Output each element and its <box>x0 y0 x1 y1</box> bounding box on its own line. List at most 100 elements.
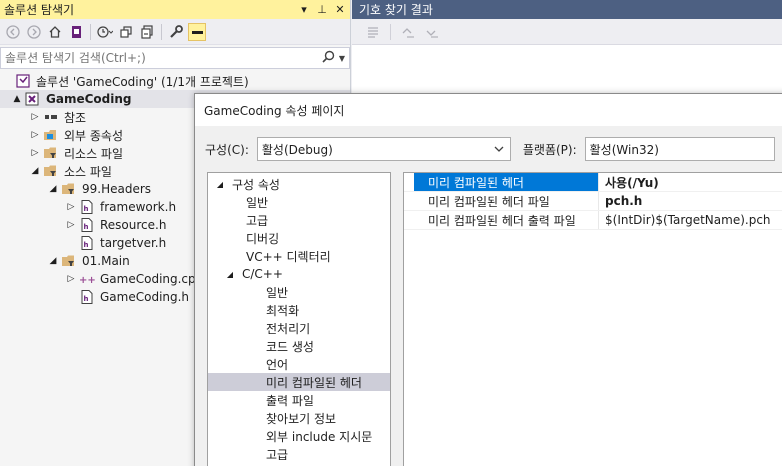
expander-arrow-icon[interactable]: ◢ <box>224 270 236 279</box>
header-file-icon: h <box>78 236 96 250</box>
property-row[interactable]: 미리 컴파일된 헤더 사용(/Yu) <box>404 173 782 192</box>
expander-arrow-icon[interactable]: ◢ <box>46 184 60 194</box>
svg-text:h: h <box>84 223 89 231</box>
tree-item-label: 99.Headers <box>82 182 152 196</box>
expander-arrow-icon[interactable]: ▷ <box>28 148 42 158</box>
sync-with-active-document-icon[interactable] <box>117 23 135 41</box>
pending-changes-filter-icon[interactable] <box>96 23 114 41</box>
property-row[interactable]: 미리 컴파일된 헤더 출력 파일 $(IntDir)$(TargetName).p… <box>404 211 782 230</box>
property-name: 미리 컴파일된 헤더 <box>414 173 599 191</box>
category-item[interactable]: ◢ C/C++ <box>208 265 390 283</box>
solution-explorer-title: 솔루션 탐색기 <box>4 3 75 17</box>
svg-text:++: ++ <box>79 275 95 286</box>
clear-results-icon[interactable] <box>364 23 382 41</box>
dialog-title: GameCoding 속성 페이지 <box>204 103 345 118</box>
category-item[interactable]: 코드 생성 <box>208 337 390 355</box>
category-item[interactable]: 일반 <box>208 193 390 211</box>
category-label: 고급 <box>266 447 289 462</box>
category-item[interactable]: ◢ 구성 속성 <box>208 175 390 193</box>
pin-icon[interactable]: ⊥ <box>314 2 330 18</box>
category-item[interactable]: 외부 include 지시문 <box>208 427 390 445</box>
svg-text:h: h <box>84 241 89 249</box>
tree-item-label: framework.h <box>100 200 177 214</box>
previous-result-icon[interactable] <box>399 23 417 41</box>
expander-arrow-icon[interactable]: ▷ <box>28 112 42 122</box>
symbol-results-toolbar <box>352 19 782 45</box>
expander-arrow-icon[interactable]: ◢ <box>28 166 42 176</box>
category-label: 언어 <box>266 357 289 372</box>
category-label: 일반 <box>246 195 269 210</box>
filter-folder-icon <box>60 254 78 268</box>
solution-explorer-title-bar: 솔루션 탐색기 ▾ ⊥ ✕ <box>0 0 350 19</box>
category-label: 구성 속성 <box>232 177 280 192</box>
property-value[interactable]: pch.h <box>599 192 782 210</box>
header-file-icon: h <box>78 290 96 304</box>
expander-arrow-icon[interactable]: ▲ <box>10 94 24 104</box>
category-label: 미리 컴파일된 헤더 <box>266 375 362 390</box>
category-item[interactable]: 전처리기 <box>208 319 390 337</box>
back-icon[interactable] <box>4 23 22 41</box>
search-icon[interactable] <box>322 50 335 66</box>
tree-item-label: 외부 종속성 <box>64 128 124 143</box>
expander-arrow-icon[interactable]: ◢ <box>214 180 226 189</box>
category-label: 일반 <box>266 285 289 300</box>
header-file-icon: h <box>78 218 96 232</box>
filter-folder-icon <box>42 146 60 160</box>
property-value[interactable]: 사용(/Yu) <box>599 173 782 191</box>
property-row[interactable]: 미리 컴파일된 헤더 파일 pch.h <box>404 192 782 211</box>
category-item[interactable]: 고급 <box>208 211 390 229</box>
platform-combo[interactable]: 활성(Win32) <box>584 137 775 161</box>
property-pages-dialog: GameCoding 속성 페이지 구성(C): 활성(Debug) 플랫폼(P… <box>194 93 782 466</box>
tree-item-label: GameCoding.cpp <box>100 272 204 286</box>
search-options-dropdown-icon[interactable]: ▼ <box>339 54 345 63</box>
window-position-dropdown-icon[interactable]: ▾ <box>296 2 312 18</box>
references-icon <box>42 110 60 124</box>
solution-search-input[interactable] <box>5 51 322 65</box>
expander-arrow-icon[interactable]: ▷ <box>64 220 78 230</box>
category-item[interactable]: 최적화 <box>208 301 390 319</box>
category-item[interactable]: 고급 <box>208 445 390 463</box>
dialog-title-bar: GameCoding 속성 페이지 <box>195 94 782 126</box>
tree-item-label: 솔루션 'GameCoding' (1/1개 프로젝트) <box>36 74 249 89</box>
expander-arrow-icon[interactable]: ▷ <box>64 202 78 212</box>
solution-icon <box>14 74 32 88</box>
tree-item-label: Resource.h <box>100 218 167 232</box>
configuration-label: 구성(C): <box>205 142 249 157</box>
toolbar-separator <box>90 23 91 40</box>
preview-selected-items-icon[interactable] <box>188 22 206 41</box>
category-label: 최적화 <box>266 303 300 318</box>
category-item[interactable]: VC++ 디렉터리 <box>208 247 390 265</box>
category-item[interactable]: 찾아보기 정보 <box>208 409 390 427</box>
tree-item[interactable]: 솔루션 'GameCoding' (1/1개 프로젝트) <box>0 72 350 90</box>
home-icon[interactable] <box>46 23 64 41</box>
close-icon[interactable]: ✕ <box>332 2 348 18</box>
property-value[interactable]: $(IntDir)$(TargetName).pch <box>599 211 782 229</box>
category-label: 찾아보기 정보 <box>266 411 337 426</box>
solution-search-box[interactable]: ▼ <box>0 47 350 69</box>
configuration-combo[interactable]: 활성(Debug) <box>256 137 511 161</box>
expander-arrow-icon[interactable]: ◢ <box>46 256 60 266</box>
switch-views-icon[interactable] <box>67 23 85 41</box>
category-label: C/C++ <box>242 267 283 281</box>
property-name: 미리 컴파일된 헤더 파일 <box>414 192 599 210</box>
tree-item-label: 리소스 파일 <box>64 146 124 161</box>
expander-arrow-icon[interactable]: ▷ <box>64 274 78 284</box>
category-item[interactable]: 출력 파일 <box>208 391 390 409</box>
property-category-tree: ◢ 구성 속성 일반 고급 디버깅 VC++ 디렉터리 ◢ C/C++ 일반 최적화 전처리기 코드 … <box>207 172 391 466</box>
expander-arrow-icon[interactable]: ▷ <box>28 130 42 140</box>
forward-icon[interactable] <box>25 23 43 41</box>
symbol-results-title-bar: 기호 찾기 결과 <box>352 0 782 19</box>
collapse-all-icon[interactable] <box>138 23 156 41</box>
tree-item-label: 소스 파일 <box>64 164 112 179</box>
configuration-value: 활성(Debug) <box>261 142 333 157</box>
properties-wrench-icon[interactable] <box>167 23 185 41</box>
category-item[interactable]: 언어 <box>208 355 390 373</box>
tree-item-label: 01.Main <box>82 254 130 268</box>
category-item[interactable]: 미리 컴파일된 헤더 <box>208 373 390 391</box>
next-result-icon[interactable] <box>423 23 441 41</box>
category-label: 디버깅 <box>246 231 280 246</box>
category-item[interactable]: 일반 <box>208 283 390 301</box>
category-item[interactable]: 디버깅 <box>208 229 390 247</box>
chevron-down-icon <box>494 144 504 157</box>
filter-folder-icon <box>42 164 60 178</box>
